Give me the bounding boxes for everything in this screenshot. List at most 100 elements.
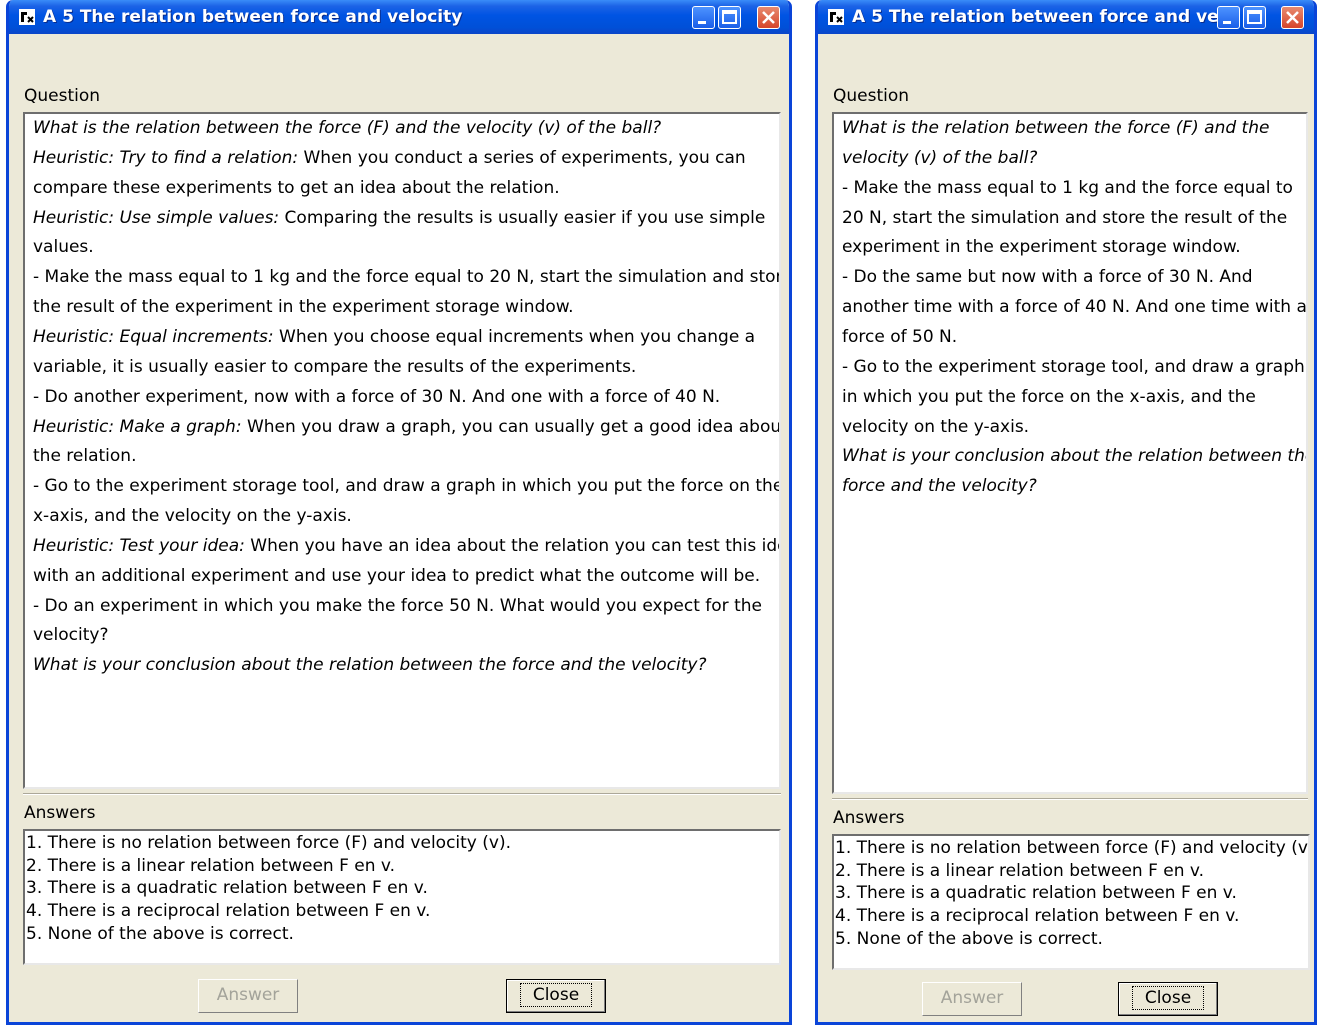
question-line: x-axis, and the velocity on the y-axis. [33, 506, 352, 526]
question-line: What is your conclusion about the relati… [33, 655, 706, 675]
question-line-text: experiment in the experiment storage win… [842, 237, 1241, 258]
maximize-button[interactable] [718, 6, 741, 29]
question-line-text: When you conduct a series of experiments… [298, 147, 746, 168]
question-line-italic: Heuristic: Make a graph: [33, 416, 242, 437]
question-line: - Go to the experiment storage tool, and… [33, 476, 779, 496]
question-line: the relation. [33, 446, 137, 466]
question-line: Heuristic: Use simple values: Comparing … [33, 208, 765, 228]
answer-button[interactable]: Answer [198, 979, 298, 1013]
question-line-text: in which you put the force on the x-axis… [842, 386, 1256, 407]
question-line-text: values. [33, 237, 94, 258]
answers-label: Answers [833, 808, 905, 828]
question-line: Heuristic: Test your idea: When you have… [33, 535, 781, 556]
question-line-text: - Make the mass equal to 1 kg and the fo… [33, 267, 781, 288]
question-line: velocity (v) of the ball? [842, 148, 1037, 168]
maximize-icon [722, 10, 737, 24]
answer-option[interactable]: 5. None of the above is correct. [26, 924, 294, 944]
close-window-button[interactable] [757, 6, 780, 29]
question-line: with an additional experiment and use yo… [33, 566, 760, 586]
question-line: - Go to the experiment storage tool, and… [842, 357, 1305, 377]
title-bar[interactable]: A 5 The relation between force and veloc… [9, 0, 789, 34]
question-line-italic: Heuristic: Test your idea: [33, 535, 245, 556]
question-line-text: x-axis, and the velocity on the y-axis. [33, 506, 352, 527]
close-window-button[interactable] [1281, 6, 1304, 29]
question-line: force of 50 N. [842, 327, 957, 347]
close-icon [762, 11, 775, 24]
question-line: values. [33, 237, 94, 257]
close-button[interactable]: Close [1118, 982, 1218, 1016]
minimize-button[interactable] [1217, 6, 1240, 29]
question-window-left: A 5 The relation between force and veloc… [6, 0, 792, 1025]
minimize-icon [1223, 21, 1231, 24]
answer-option[interactable]: 1. There is no relation between force (F… [835, 838, 1308, 858]
window-title: A 5 The relation between force and veloc… [43, 7, 463, 27]
close-button-label: Close [1131, 986, 1205, 1010]
question-line-text: When you draw a graph, you can usually g… [241, 416, 781, 437]
answer-button-label: Answer [216, 985, 280, 1005]
question-line: another time with a force of 40 N. And o… [842, 297, 1306, 317]
app-icon [19, 9, 35, 25]
question-line-italic: Heuristic: Use simple values: [33, 207, 280, 228]
answer-option[interactable]: 2. There is a linear relation between F … [835, 861, 1204, 881]
question-line-italic: Heuristic: Try to find a relation: [33, 147, 299, 168]
question-line-text: - Go to the experiment storage tool, and… [842, 356, 1305, 377]
answer-option[interactable]: 3. There is a quadratic relation between… [26, 878, 428, 898]
question-line: - Do an experiment in which you make the… [33, 596, 762, 616]
question-line-text: the relation. [33, 446, 137, 467]
question-line: Heuristic: Equal increments: When you ch… [33, 327, 755, 347]
question-line-italic: What is your conclusion about the relati… [842, 446, 1308, 467]
question-line-text: - Do another experiment, now with a forc… [33, 386, 721, 407]
splitter[interactable] [23, 793, 781, 795]
question-line-italic: What is the relation between the force (… [33, 118, 662, 138]
question-line-text: When you have an idea about the relation… [244, 535, 781, 556]
question-window-right: A 5 The relation between force and ve...… [815, 0, 1317, 1025]
question-line: velocity on the y-axis. [842, 417, 1029, 437]
question-line-text: with an additional experiment and use yo… [33, 565, 761, 586]
close-button-label: Close [519, 983, 593, 1007]
close-icon [1286, 11, 1299, 24]
question-line: experiment in the experiment storage win… [842, 237, 1241, 257]
answer-option[interactable]: 4. There is a reciprocal relation betwee… [26, 901, 430, 921]
question-line: Heuristic: Make a graph: When you draw a… [33, 416, 781, 437]
close-button[interactable]: Close [506, 979, 606, 1013]
question-line: velocity? [33, 625, 108, 645]
answer-option[interactable]: 1. There is no relation between force (F… [26, 833, 511, 853]
answers-list[interactable]: 1. There is no relation between force (F… [23, 829, 781, 965]
question-line: variable, it is usually easier to compar… [33, 357, 636, 377]
question-line: force and the velocity? [842, 476, 1037, 496]
title-bar[interactable]: A 5 The relation between force and ve... [818, 0, 1314, 34]
question-line-text: - Make the mass equal to 1 kg and the fo… [842, 177, 1293, 198]
question-line: the result of the experiment in the expe… [33, 297, 574, 317]
answer-button[interactable]: Answer [922, 982, 1022, 1016]
question-text-area[interactable]: What is the relation between the force (… [23, 112, 781, 789]
question-line: - Make the mass equal to 1 kg and the fo… [33, 267, 781, 288]
answers-label: Answers [24, 803, 96, 823]
question-line: - Make the mass equal to 1 kg and the fo… [842, 178, 1293, 198]
window-title: A 5 The relation between force and ve... [852, 7, 1239, 27]
question-line: What is the relation between the force (… [33, 118, 661, 138]
question-line: 20 N, start the simulation and store the… [842, 208, 1287, 228]
question-line-text: 20 N, start the simulation and store the… [842, 207, 1288, 228]
answer-option[interactable]: 4. There is a reciprocal relation betwee… [835, 906, 1239, 926]
answer-option[interactable]: 3. There is a quadratic relation between… [835, 883, 1237, 903]
question-line-italic: velocity (v) of the ball? [842, 147, 1038, 168]
question-text-area[interactable]: What is the relation between the force (… [832, 112, 1308, 794]
answer-option[interactable]: 5. None of the above is correct. [835, 929, 1103, 949]
question-line-text: velocity on the y-axis. [842, 416, 1030, 437]
answer-button-label: Answer [940, 988, 1004, 1008]
maximize-button[interactable] [1243, 6, 1266, 29]
question-line-italic: What is the relation between the force (… [842, 118, 1270, 138]
answers-list[interactable]: 1. There is no relation between force (F… [832, 834, 1310, 970]
question-line-text: - Do an experiment in which you make the… [33, 595, 762, 616]
question-line: compare these experiments to get an idea… [33, 178, 560, 198]
question-line-italic: force and the velocity? [842, 476, 1037, 497]
answer-option[interactable]: 2. There is a linear relation between F … [26, 856, 395, 876]
question-line-text: force of 50 N. [842, 326, 958, 347]
question-line-text: the result of the experiment in the expe… [33, 297, 574, 318]
question-line-italic: Heuristic: Equal increments: [33, 326, 274, 347]
question-line-text: Comparing the results is usually easier … [279, 207, 766, 228]
splitter[interactable] [832, 798, 1308, 800]
minimize-button[interactable] [692, 6, 715, 29]
question-line-italic: What is your conclusion about the relati… [33, 655, 707, 676]
question-line-text: When you choose equal increments when yo… [273, 326, 756, 347]
